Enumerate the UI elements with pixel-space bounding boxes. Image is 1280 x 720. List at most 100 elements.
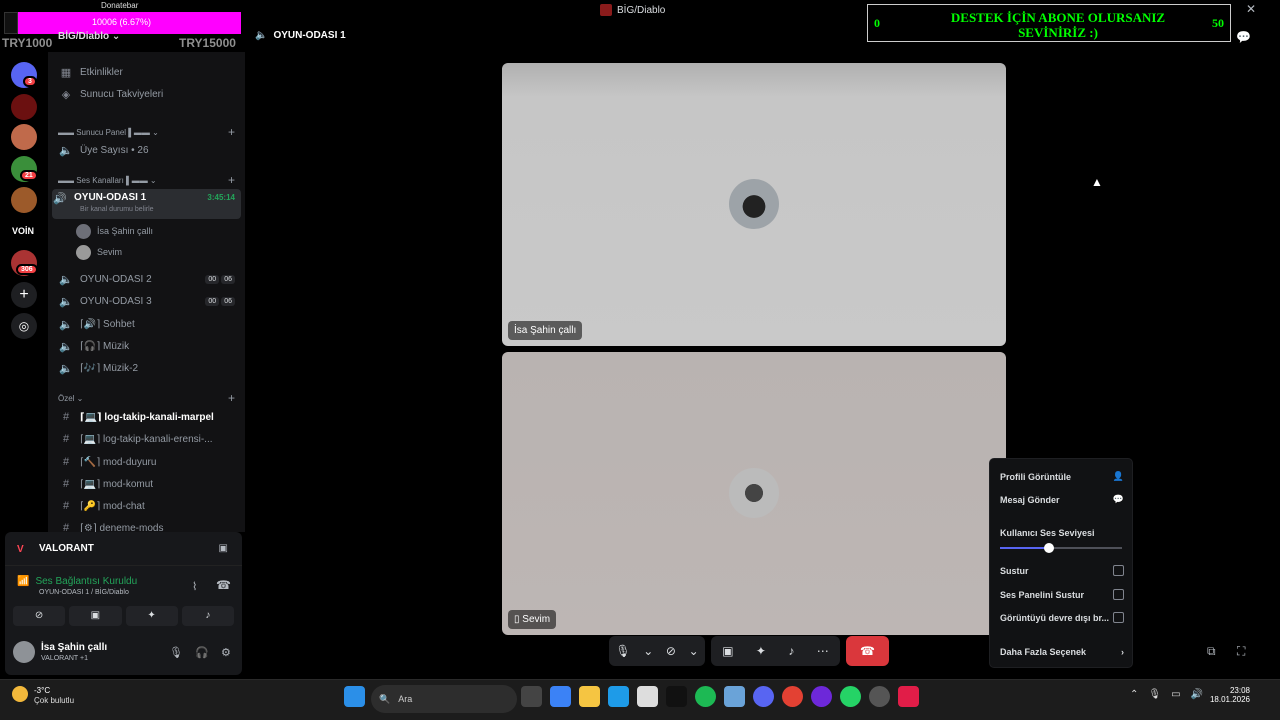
- mute-checkbox[interactable]: [1113, 565, 1124, 576]
- server-icon[interactable]: [11, 94, 37, 120]
- send-message-item[interactable]: Mesaj Gönder 💬: [1000, 494, 1124, 505]
- noise-suppression-icon[interactable]: ⌇: [192, 580, 197, 593]
- widgets-icon[interactable]: [550, 686, 571, 707]
- activities-button[interactable]: ✦: [125, 606, 178, 626]
- pinned-apps: [521, 686, 919, 707]
- discord-icon[interactable]: [753, 686, 774, 707]
- microphone-icon[interactable]: 🎙: [615, 644, 630, 658]
- end-call-button[interactable]: ☎: [846, 636, 889, 666]
- voice-channel[interactable]: 🔈 OYUN-ODASI 2 00 06: [58, 269, 241, 289]
- more-options-icon[interactable]: ⋯: [817, 644, 829, 658]
- boosts-item[interactable]: ◈ Sunucu Takviyeleri: [58, 84, 241, 104]
- text-channel[interactable]: # ⌈💻⌉ log-takip-kanali-marpel: [58, 407, 241, 427]
- chevron-down-icon[interactable]: ⌄: [689, 644, 699, 658]
- mute-soundboard-item[interactable]: Ses Panelini Sustur: [1000, 589, 1124, 600]
- voice-connected-status[interactable]: 📶 Ses Bağlantısı Kuruldu: [17, 576, 137, 587]
- participant-tile[interactable]: İsa Şahin çallı: [502, 63, 1006, 346]
- category-panel[interactable]: ▬▬ Sunucu Panel ▌▬▬ ⌄ +: [58, 122, 241, 142]
- chat-bubble-icon[interactable]: 💬: [1236, 30, 1251, 44]
- channel-status[interactable]: Bir kanal durumu belirle: [80, 206, 154, 213]
- user-volume-slider[interactable]: [1000, 543, 1122, 553]
- discover-icon[interactable]: ◎: [11, 313, 37, 339]
- speaker-icon: 🔈: [59, 273, 73, 286]
- chrome-icon[interactable]: [782, 686, 803, 707]
- voice-channel[interactable]: 🔈 OYUN-ODASI 3 00 06: [58, 291, 241, 311]
- server-icon[interactable]: [11, 124, 37, 150]
- events-item[interactable]: ▦ Etkinlikler: [58, 62, 241, 82]
- donate-marker: [4, 12, 18, 34]
- avatar: [13, 641, 35, 663]
- microphone-icon[interactable]: 🎙: [1148, 689, 1161, 700]
- text-channel[interactable]: # ⌈🔑⌉ mod-chat: [58, 496, 241, 516]
- camera-off-button[interactable]: ⊘: [13, 606, 66, 626]
- edge-icon[interactable]: [608, 686, 629, 707]
- task-view-icon[interactable]: [521, 686, 542, 707]
- channel-limit: 00 06: [205, 296, 235, 306]
- add-server-icon[interactable]: +: [11, 282, 37, 308]
- mouse-cursor-icon: ▲: [1091, 175, 1103, 189]
- add-channel-icon[interactable]: +: [228, 391, 235, 405]
- camera-off-icon[interactable]: ⊘: [666, 644, 676, 658]
- fullscreen-icon[interactable]: ⛶: [1237, 644, 1245, 659]
- windows-start-icon[interactable]: [344, 686, 365, 707]
- disconnect-icon[interactable]: ☎: [216, 578, 231, 592]
- add-channel-icon[interactable]: +: [228, 125, 235, 139]
- popout-icon[interactable]: ⧉: [1207, 644, 1216, 659]
- activity-settings-icon[interactable]: ▣: [219, 543, 228, 554]
- text-channel[interactable]: # ⌈🔨⌉ mod-duyuru: [58, 452, 241, 472]
- gear-icon[interactable]: ⚙: [221, 646, 231, 659]
- app-icon[interactable]: [811, 686, 832, 707]
- weather-text: Çok bulutlu: [34, 696, 75, 705]
- tiktok-icon[interactable]: [666, 686, 687, 707]
- network-icon[interactable]: ▭: [1171, 689, 1180, 700]
- spotify-icon[interactable]: [695, 686, 716, 707]
- voice-channel[interactable]: 🔈 ⌈🎧⌉ Müzik: [58, 336, 241, 356]
- activities-icon[interactable]: ✦: [756, 644, 766, 658]
- clock[interactable]: 23:08 18.01.2026: [1210, 686, 1250, 704]
- chevron-up-icon[interactable]: ⌃: [1130, 689, 1138, 700]
- screen-share-button[interactable]: ▣: [69, 606, 122, 626]
- mute-item[interactable]: Sustur: [1000, 565, 1124, 576]
- mute-soundboard-checkbox[interactable]: [1113, 589, 1124, 600]
- app-icon[interactable]: [724, 686, 745, 707]
- participant-tile[interactable]: ▯ Sevim: [502, 352, 1006, 635]
- app-icon[interactable]: [869, 686, 890, 707]
- member-count-channel[interactable]: 🔈 Üye Sayısı • 26: [58, 140, 241, 160]
- microphone-icon[interactable]: 🎙: [169, 646, 183, 659]
- server-icon[interactable]: [11, 187, 37, 213]
- clock-date: 18.01.2026: [1209, 695, 1250, 704]
- text-channel[interactable]: # ⌈💻⌉ log-takip-kanali-erensi-...: [58, 429, 241, 449]
- soundboard-button[interactable]: ♪: [181, 606, 234, 626]
- whatsapp-icon[interactable]: [840, 686, 861, 707]
- current-user[interactable]: İsa Şahin çallı VALORANT +1 🎙 🎧 ⚙: [13, 638, 234, 668]
- valorant-icon[interactable]: [898, 686, 919, 707]
- disable-video-item[interactable]: Görüntüyü devre dışı br...: [1000, 612, 1124, 623]
- voice-channel-active[interactable]: 🔊 OYUN-ODASI 1 3:45:14 Bir kanal durumu …: [52, 189, 241, 219]
- voice-member[interactable]: Sevim: [76, 243, 122, 261]
- soundboard-icon[interactable]: ♪: [788, 644, 794, 658]
- view-profile-item[interactable]: Profili Görüntüle 👤: [1000, 471, 1124, 482]
- close-icon[interactable]: ✕: [1246, 2, 1256, 16]
- volume-icon[interactable]: 🔊: [1191, 689, 1203, 700]
- headphones-icon[interactable]: 🎧: [195, 646, 209, 659]
- user-name: İsa Şahin çallı: [41, 642, 108, 653]
- chevron-down-icon[interactable]: ⌄: [643, 644, 653, 658]
- disable-video-checkbox[interactable]: [1113, 612, 1124, 623]
- category-voice[interactable]: ▬▬ Ses Kanalları ▌▬▬ ⌄ +: [58, 170, 241, 190]
- more-options-item[interactable]: Daha Fazla Seçenek ›: [1000, 647, 1124, 657]
- add-channel-icon[interactable]: +: [228, 173, 235, 187]
- text-channel[interactable]: # ⌈💻⌉ mod-komut: [58, 474, 241, 494]
- category-private[interactable]: Özel ⌄ +: [58, 388, 241, 408]
- activity-bar[interactable]: V VALORANT ▣: [5, 532, 242, 566]
- voice-channel[interactable]: 🔈 ⌈🎶⌉ Müzik-2: [58, 358, 241, 378]
- taskbar-search[interactable]: 🔍 Ara: [371, 685, 517, 713]
- screen-share-icon[interactable]: ▣: [722, 644, 733, 658]
- server-voin[interactable]: VOİN: [12, 226, 34, 236]
- voice-member[interactable]: İsa Şahin çallı: [76, 222, 153, 240]
- store-icon[interactable]: [637, 686, 658, 707]
- server-name[interactable]: BİG/Diablo ⌄: [58, 31, 120, 42]
- voice-channel[interactable]: 🔈 ⌈🔊⌉ Sohbet: [58, 314, 241, 334]
- text-channel[interactable]: # ⌈⚙⌉ deneme-mods: [58, 518, 241, 532]
- file-explorer-icon[interactable]: [579, 686, 600, 707]
- volume-knob[interactable]: [1043, 543, 1054, 553]
